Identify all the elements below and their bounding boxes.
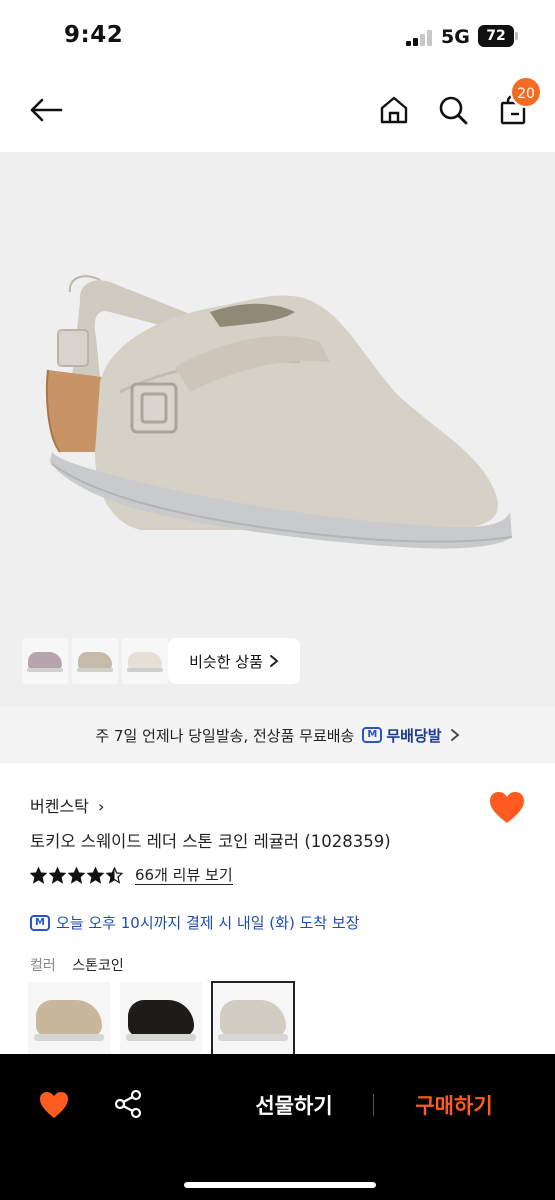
truck-icon: M xyxy=(30,914,50,931)
shipping-banner[interactable]: 주 7일 언제나 당일발송, 전상품 무료배송 M 무배당발 xyxy=(0,707,555,763)
search-button[interactable] xyxy=(433,90,473,130)
battery-level: 72 xyxy=(478,25,514,47)
battery-icon: 72 xyxy=(478,25,518,47)
bottom-action-bar: 선물하기 구매하기 xyxy=(0,1054,555,1200)
star-rating xyxy=(30,867,123,884)
color-swatches xyxy=(28,981,295,1057)
arrow-left-icon xyxy=(30,98,63,122)
product-title: 토키오 스웨이드 레더 스톤 코인 레귤러 (1028359) xyxy=(30,832,391,851)
thumbnail-strip xyxy=(22,638,168,684)
signal-icon xyxy=(406,30,434,46)
delivery-text: 오늘 오후 10시까지 결제 시 내일 (화) 도착 보장 xyxy=(56,914,360,932)
color-label: 컬러 xyxy=(30,958,56,974)
product-image xyxy=(45,275,513,549)
heart-icon[interactable] xyxy=(38,1090,70,1120)
color-swatch[interactable] xyxy=(28,982,110,1056)
similar-products-label: 비슷한 상품 xyxy=(189,652,263,671)
network-label: 5G xyxy=(441,26,470,48)
search-icon xyxy=(439,96,468,125)
thumbnail-1[interactable] xyxy=(22,638,68,684)
gift-button[interactable]: 선물하기 xyxy=(230,1090,358,1120)
color-value: 스톤코인 xyxy=(72,958,124,974)
home-button[interactable] xyxy=(374,90,414,130)
top-nav xyxy=(0,72,555,152)
status-bar: 9:42 5G 72 xyxy=(0,0,555,72)
star-icon xyxy=(68,867,85,884)
heart-icon[interactable] xyxy=(488,790,526,826)
buy-button[interactable]: 구매하기 xyxy=(392,1090,516,1120)
back-button[interactable] xyxy=(26,90,66,130)
star-icon xyxy=(30,867,47,884)
chevron-right-icon xyxy=(450,729,459,741)
brand-link[interactable]: 버켄스탁 › xyxy=(30,793,104,817)
brand-name: 버켄스탁 xyxy=(30,797,89,816)
home-icon xyxy=(380,96,408,124)
chevron-right-icon xyxy=(269,655,279,667)
delivery-guarantee: M 오늘 오후 10시까지 결제 시 내일 (화) 도착 보장 xyxy=(30,912,360,933)
thumbnail-2[interactable] xyxy=(72,638,118,684)
chevron-right-icon: › xyxy=(97,797,105,816)
share-icon[interactable] xyxy=(112,1088,144,1120)
star-icon xyxy=(87,867,104,884)
shipping-brand: M 무배당발 xyxy=(362,725,442,746)
rating-row: 66개 리뷰 보기 xyxy=(30,866,233,885)
thumbnail-3[interactable] xyxy=(122,638,168,684)
shipping-brand-label: 무배당발 xyxy=(386,726,442,745)
color-row: 컬러 스톤코인 xyxy=(30,955,124,975)
truck-icon: M xyxy=(362,727,383,743)
home-indicator xyxy=(184,1182,376,1188)
shipping-text: 주 7일 언제나 당일발송, 전상품 무료배송 xyxy=(95,726,355,745)
star-icon xyxy=(106,867,123,884)
star-icon xyxy=(49,867,66,884)
cart-count-badge: 20 xyxy=(510,76,542,108)
divider xyxy=(373,1094,374,1116)
color-swatch[interactable] xyxy=(120,982,202,1056)
color-swatch-selected[interactable] xyxy=(211,981,295,1057)
product-image-gallery[interactable]: 비슷한 상품 xyxy=(0,152,555,707)
status-time: 9:42 xyxy=(64,22,124,48)
review-link[interactable]: 66개 리뷰 보기 xyxy=(135,866,233,885)
similar-products-button[interactable]: 비슷한 상품 xyxy=(168,638,300,684)
